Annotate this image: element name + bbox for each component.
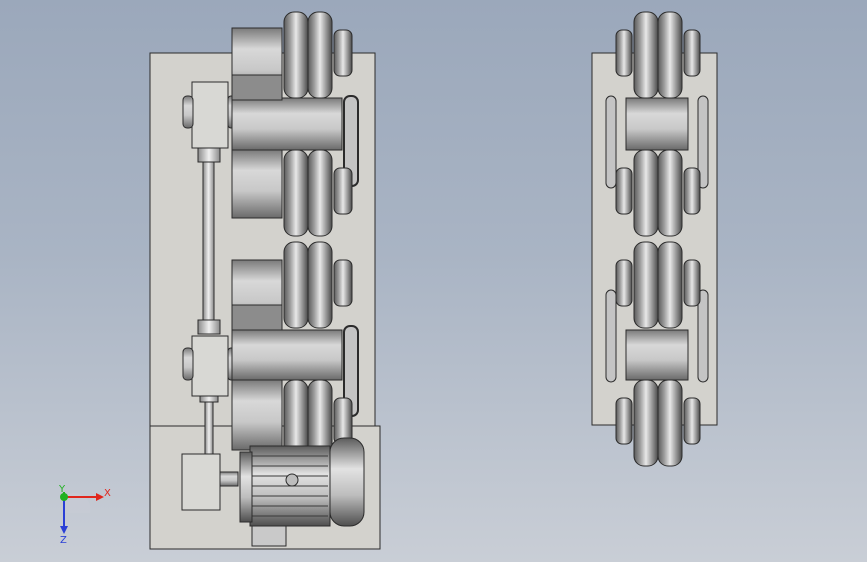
- axis-z-label: Z: [60, 535, 67, 546]
- drive-shaft: [202, 159, 215, 331]
- coordinate-axes-icon: X Y Z: [58, 484, 111, 546]
- model-view[interactable]: X Y Z: [0, 0, 867, 562]
- axis-y-label: Y: [58, 484, 66, 495]
- graphics-viewport[interactable]: X Y Z: [0, 0, 867, 562]
- idler-assembly[interactable]: [591, 11, 718, 467]
- drive-assembly[interactable]: [149, 11, 381, 550]
- axis-x-label: X: [104, 488, 111, 499]
- lower-shaft: [204, 399, 214, 457]
